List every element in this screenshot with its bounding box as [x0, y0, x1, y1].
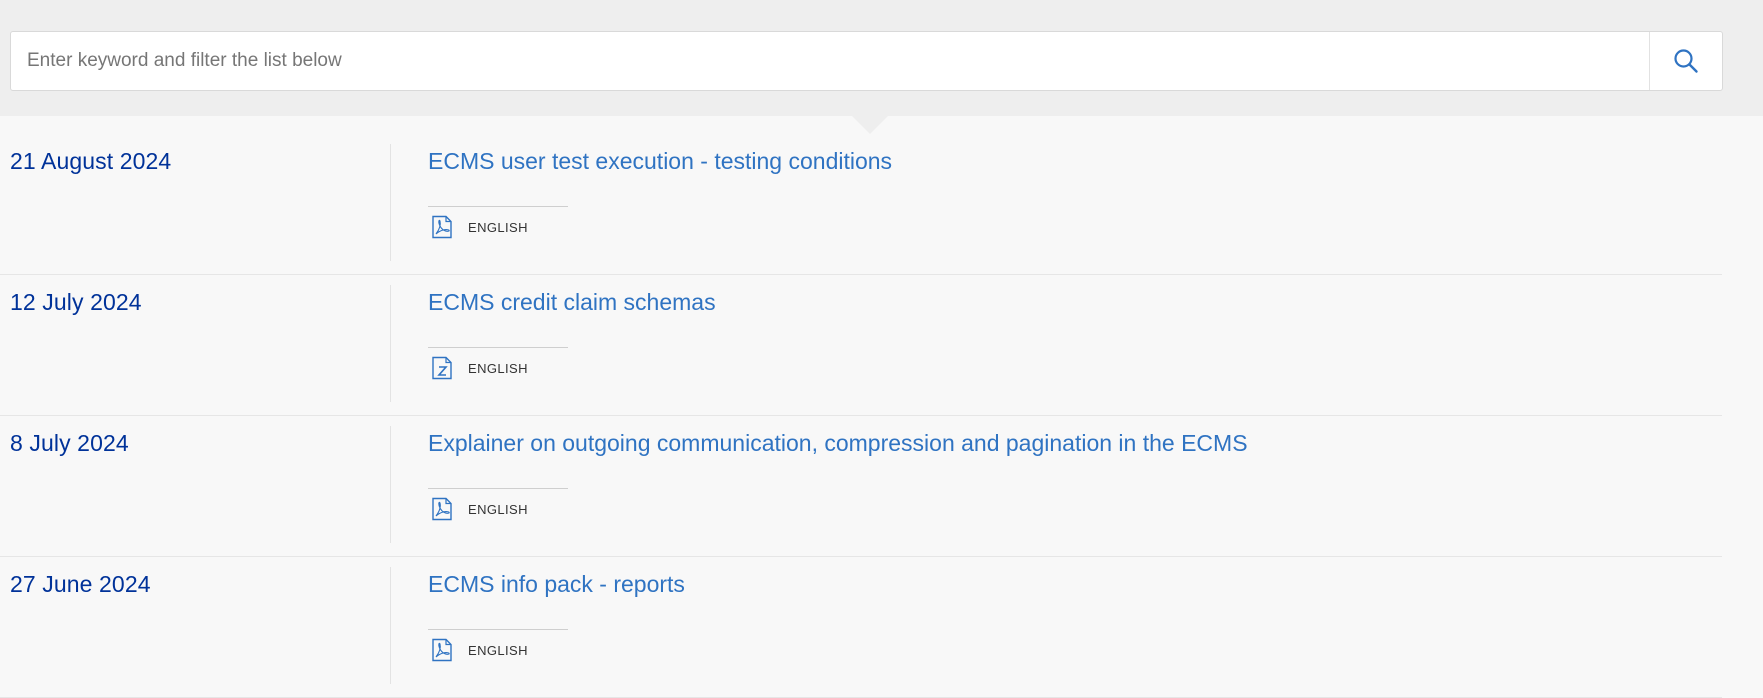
row-divider	[390, 285, 391, 402]
pdf-icon	[432, 215, 452, 239]
download-link[interactable]: ENGLISH	[428, 347, 568, 380]
language-label: ENGLISH	[468, 501, 528, 517]
pdf-icon	[432, 638, 452, 662]
search-input[interactable]	[11, 32, 1651, 90]
language-label: ENGLISH	[468, 642, 528, 658]
search-button[interactable]	[1649, 32, 1722, 90]
download-link[interactable]: ENGLISH	[428, 206, 568, 239]
filter-pointer-notch	[852, 116, 888, 134]
pdf-icon	[432, 497, 452, 521]
publication-date: 27 June 2024	[10, 571, 151, 597]
publication-title-link[interactable]: ECMS user test execution - testing condi…	[428, 148, 892, 175]
zip-icon	[432, 356, 452, 380]
language-label: ENGLISH	[468, 219, 528, 235]
download-link[interactable]: ENGLISH	[428, 488, 568, 521]
download-link[interactable]: ENGLISH	[428, 629, 568, 662]
publication-date: 12 July 2024	[10, 289, 142, 315]
list-item: 21 August 2024 ECMS user test execution …	[0, 134, 1722, 275]
publication-list: 21 August 2024 ECMS user test execution …	[0, 134, 1722, 698]
row-divider	[390, 144, 391, 261]
list-item: 12 July 2024 ECMS credit claim schemas E…	[0, 275, 1722, 416]
publication-title-link[interactable]: Explainer on outgoing communication, com…	[428, 430, 1248, 457]
publication-date: 8 July 2024	[10, 430, 129, 456]
list-item: 27 June 2024 ECMS info pack - reports EN…	[0, 557, 1722, 698]
language-label: ENGLISH	[468, 360, 528, 376]
search-icon	[1674, 49, 1698, 73]
publication-date: 21 August 2024	[10, 148, 172, 174]
row-divider	[390, 426, 391, 543]
publication-title-link[interactable]: ECMS credit claim schemas	[428, 289, 716, 316]
search-box	[10, 31, 1723, 91]
row-divider	[390, 567, 391, 684]
filter-bar	[0, 0, 1763, 116]
list-item: 8 July 2024 Explainer on outgoing commun…	[0, 416, 1722, 557]
publication-title-link[interactable]: ECMS info pack - reports	[428, 571, 685, 598]
